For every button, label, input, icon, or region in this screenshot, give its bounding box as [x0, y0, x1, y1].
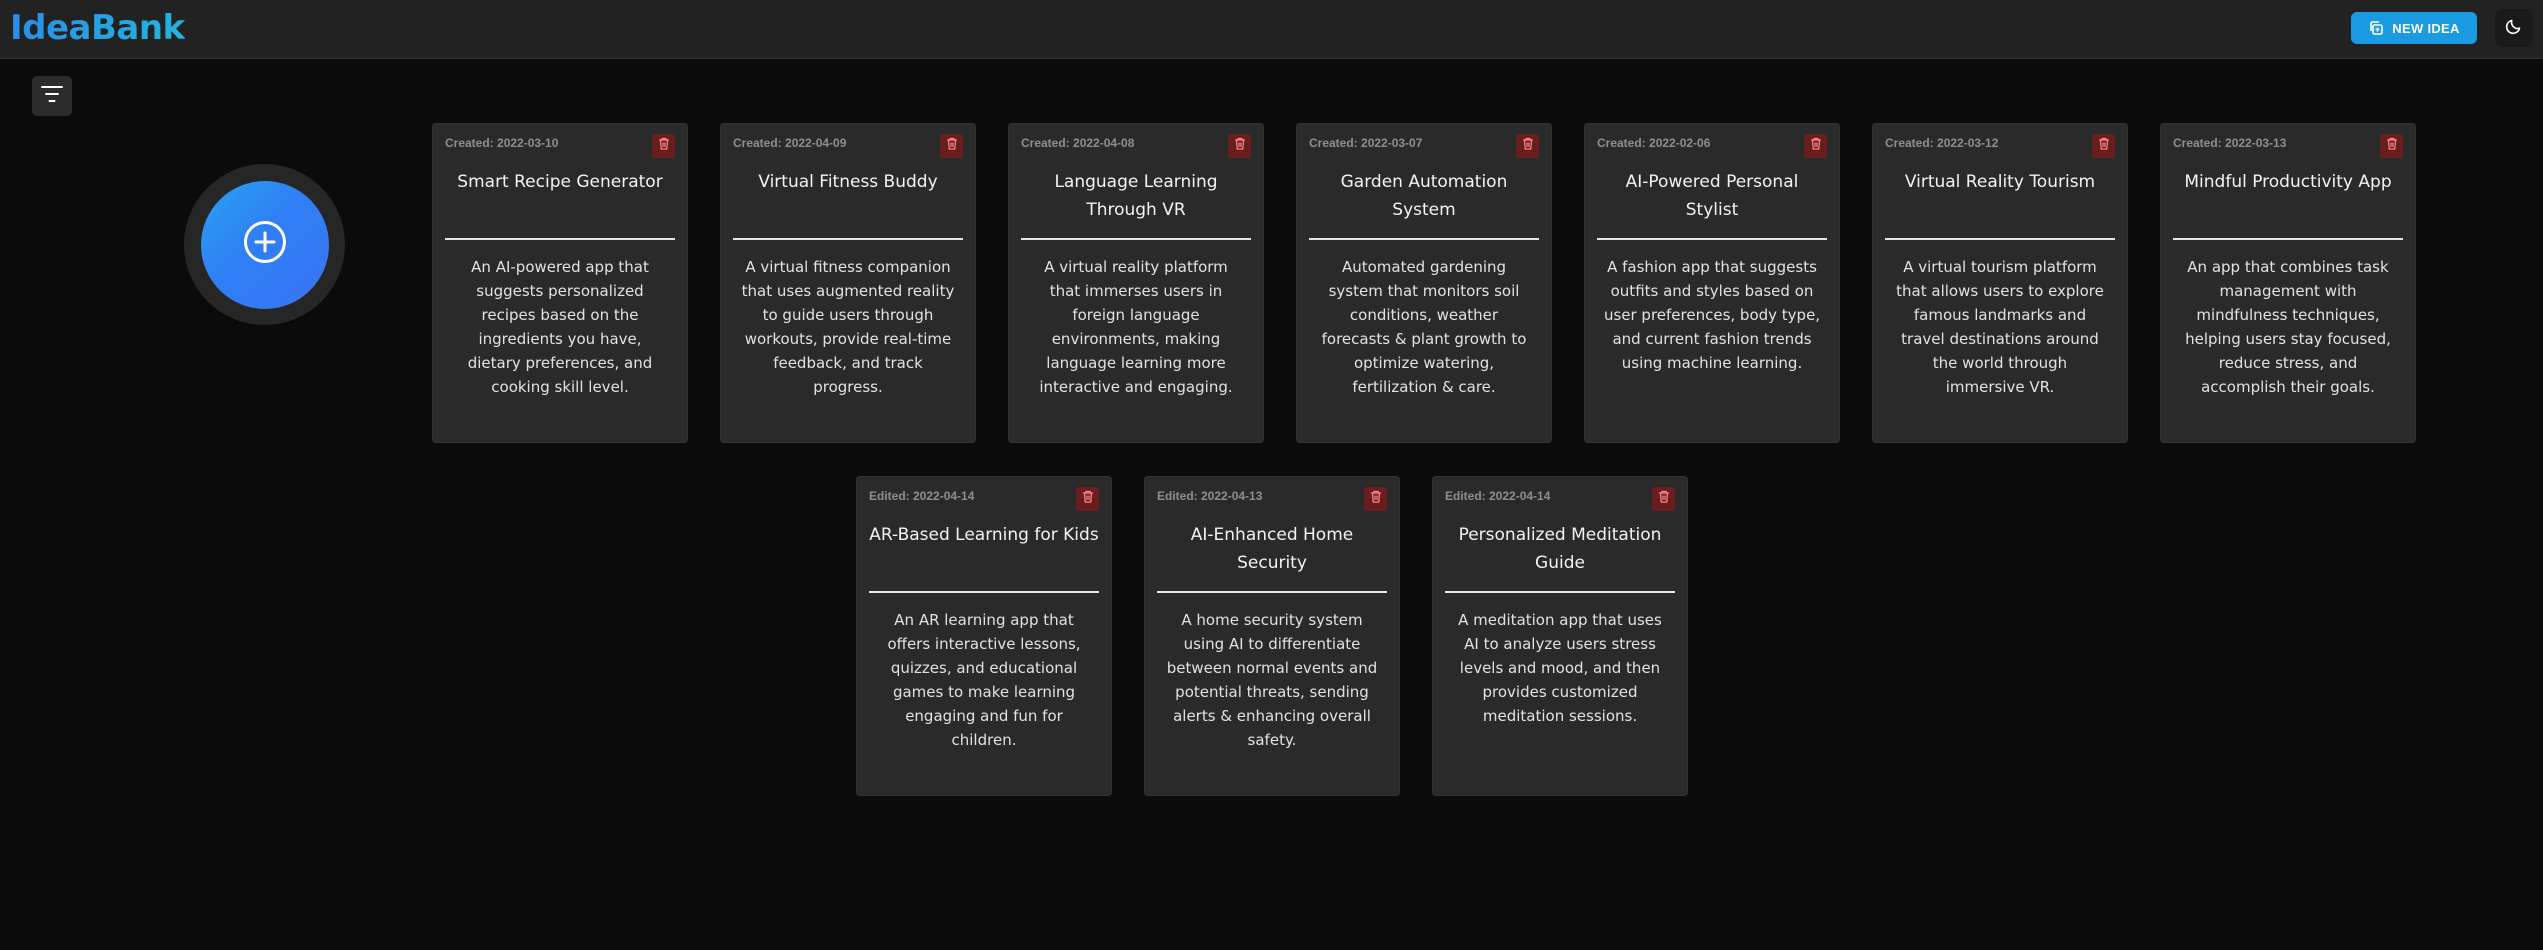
card-divider [1445, 591, 1675, 593]
idea-card[interactable]: Created: 2022-02-06 AI-Powered Personal … [1584, 123, 1840, 443]
delete-button[interactable] [1228, 134, 1251, 158]
add-idea-fab[interactable] [184, 164, 345, 325]
card-date: Created: 2022-02-06 [1597, 136, 1711, 150]
card-title: Smart Recipe Generator [457, 172, 663, 192]
card-divider [1157, 591, 1387, 593]
card-title: Mindful Productivity App [2184, 172, 2392, 192]
card-description: A meditation app that uses AI to analyze… [1458, 611, 1662, 725]
delete-button[interactable] [1804, 134, 1827, 158]
delete-button[interactable] [652, 134, 675, 158]
trash-icon [1658, 490, 1670, 508]
trash-icon [2386, 137, 2398, 155]
card-divider [1597, 238, 1827, 240]
card-divider [733, 238, 963, 240]
card-divider [1021, 238, 1251, 240]
trash-icon [2098, 137, 2110, 155]
card-divider [2173, 238, 2403, 240]
card-date: Created: 2022-03-12 [1885, 136, 1999, 150]
card-divider [869, 591, 1099, 593]
card-title: Language Learning Through VR [1054, 172, 1218, 220]
top-bar: IdeaBank NEW IDEA [0, 0, 2543, 59]
card-date: Edited: 2022-04-14 [1445, 489, 1551, 503]
card-description: An AR learning app that offers interacti… [887, 611, 1081, 749]
card-divider [445, 238, 675, 240]
card-date: Edited: 2022-04-14 [869, 489, 975, 503]
card-description: A home security system using AI to diffe… [1166, 611, 1378, 749]
delete-button[interactable] [1076, 487, 1099, 511]
idea-card[interactable]: Created: 2022-03-07 Garden Automation Sy… [1296, 123, 1552, 443]
card-date: Created: 2022-04-08 [1021, 136, 1135, 150]
delete-button[interactable] [1652, 487, 1675, 511]
card-description: An app that combines task management wit… [2185, 258, 2391, 396]
trash-icon [1370, 490, 1382, 508]
idea-card[interactable]: Created: 2022-04-08 Language Learning Th… [1008, 123, 1264, 443]
trash-icon [1522, 137, 1534, 155]
theme-toggle-button[interactable] [2495, 9, 2533, 47]
new-idea-button[interactable]: NEW IDEA [2351, 12, 2477, 44]
card-date: Edited: 2022-04-13 [1157, 489, 1263, 503]
card-title: AI-Powered Personal Stylist [1625, 172, 1799, 220]
filter-lines-icon [41, 84, 63, 109]
card-description: A virtual fitness companion that uses au… [741, 258, 955, 396]
delete-button[interactable] [2092, 134, 2115, 158]
copy-plus-icon [2368, 20, 2384, 36]
card-title: AI-Enhanced Home Security [1190, 525, 1354, 573]
card-date: Created: 2022-03-13 [2173, 136, 2287, 150]
trash-icon [946, 137, 958, 155]
card-date: Created: 2022-03-10 [445, 136, 559, 150]
new-idea-label: NEW IDEA [2392, 20, 2460, 36]
moon-icon [2505, 17, 2523, 40]
filter-button[interactable] [32, 76, 72, 116]
delete-button[interactable] [940, 134, 963, 158]
delete-button[interactable] [2380, 134, 2403, 158]
card-description: A fashion app that suggests outfits and … [1603, 258, 1821, 372]
card-description: An AI-powered app that suggests personal… [467, 258, 653, 396]
card-title: AR-Based Learning for Kids [869, 525, 1099, 545]
card-description: Automated gardening system that monitors… [1321, 258, 1527, 396]
idea-card[interactable]: Created: 2022-03-10 Smart Recipe Generat… [432, 123, 688, 443]
card-title: Virtual Reality Tourism [1904, 172, 2096, 192]
trash-icon [658, 137, 670, 155]
delete-button[interactable] [1364, 487, 1387, 511]
card-divider [1309, 238, 1539, 240]
idea-card[interactable]: Created: 2022-04-09 Virtual Fitness Budd… [720, 123, 976, 443]
idea-card[interactable]: Edited: 2022-04-14 AR-Based Learning for… [856, 476, 1112, 796]
card-title: Garden Automation System [1340, 172, 1508, 220]
idea-card[interactable]: Created: 2022-03-12 Virtual Reality Tour… [1872, 123, 2128, 443]
card-date: Created: 2022-04-09 [733, 136, 847, 150]
app-logo[interactable]: IdeaBank [10, 6, 185, 50]
card-description: A virtual tourism platform that allows u… [1896, 258, 2104, 396]
idea-card[interactable]: Created: 2022-03-13 Mindful Productivity… [2160, 123, 2416, 443]
trash-icon [1082, 490, 1094, 508]
card-title: Personalized Meditation Guide [1458, 525, 1662, 573]
trash-icon [1234, 137, 1246, 155]
plus-circle-icon [242, 219, 288, 270]
card-divider [1885, 238, 2115, 240]
idea-card[interactable]: Edited: 2022-04-13 AI-Enhanced Home Secu… [1144, 476, 1400, 796]
card-title: Virtual Fitness Buddy [758, 172, 938, 192]
add-idea-fab-inner[interactable] [200, 180, 329, 309]
idea-card[interactable]: Edited: 2022-04-14 Personalized Meditati… [1432, 476, 1688, 796]
card-date: Created: 2022-03-07 [1309, 136, 1423, 150]
delete-button[interactable] [1516, 134, 1539, 158]
card-description: A virtual reality platform that immerses… [1039, 258, 1233, 396]
trash-icon [1810, 137, 1822, 155]
